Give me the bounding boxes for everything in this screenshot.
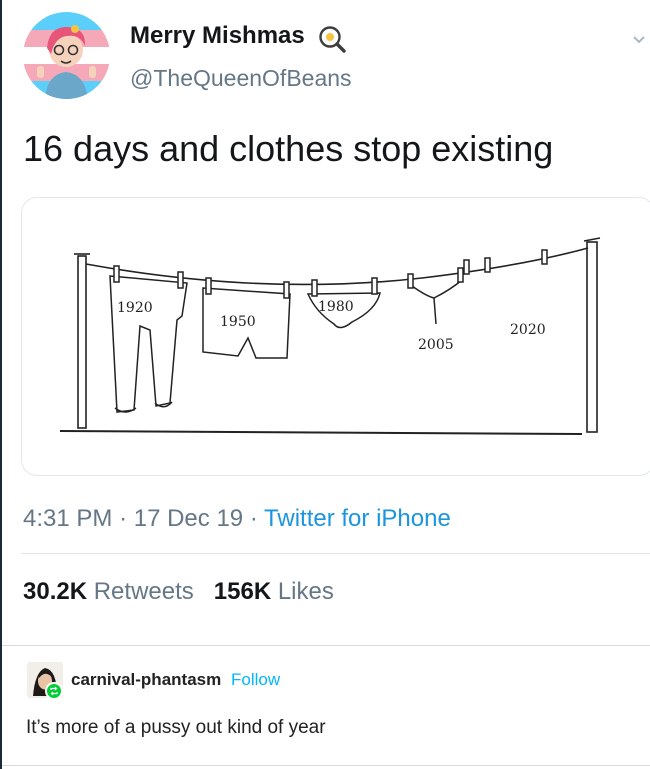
label-1920: 1920 <box>117 300 153 316</box>
likes-count: 156K <box>213 578 272 605</box>
tweet-date[interactable]: 17 Dec 19 <box>134 505 243 532</box>
user-handle[interactable]: @TheQueenOfBeans <box>130 65 352 92</box>
divider <box>2 765 650 766</box>
meta-separator: · <box>249 505 258 532</box>
reblogger-username[interactable]: carnival-phantasm <box>71 670 221 690</box>
tweet-text: 16 days and clothes stop existing <box>23 128 554 169</box>
label-2020: 2020 <box>510 322 546 338</box>
meta-separator: · <box>119 505 128 532</box>
magnifier-egg-icon <box>318 25 346 53</box>
label-1980: 1980 <box>318 299 354 315</box>
tweet-time[interactable]: 4:31 PM <box>23 505 112 532</box>
retweets-stat[interactable]: 30.2K Retweets <box>23 578 194 605</box>
display-name[interactable]: Merry Mishmas <box>130 22 305 50</box>
garment-1920 <box>109 265 188 413</box>
tweet-source-link[interactable]: Twitter for iPhone <box>264 505 451 532</box>
retweets-count: 30.2K <box>23 578 88 605</box>
tweet-stats: 30.2K Retweets 156K Likes <box>23 578 334 606</box>
left-pole <box>74 253 90 429</box>
divider <box>21 553 650 554</box>
reblog-comment: It’s more of a pussy out kind of year <box>26 717 326 738</box>
label-1950: 1950 <box>220 314 256 330</box>
likes-stat[interactable]: 156K Likes <box>214 578 334 605</box>
divider <box>2 645 650 646</box>
left-border <box>0 0 2 769</box>
retweets-label: Retweets <box>93 578 194 605</box>
profile-avatar[interactable] <box>23 12 110 99</box>
likes-label: Likes <box>277 578 334 605</box>
follow-button[interactable]: Follow <box>231 670 280 690</box>
chevron-down-icon[interactable] <box>632 32 646 44</box>
label-2005: 2005 <box>418 337 454 353</box>
right-pole <box>583 237 601 433</box>
reblog-icon <box>45 682 63 700</box>
tweet-image[interactable]: 1920 1950 1980 2005 2020 <box>21 197 650 476</box>
tweet-meta: 4:31 PM · 17 Dec 19 · Twitter for iPhone <box>23 505 451 533</box>
